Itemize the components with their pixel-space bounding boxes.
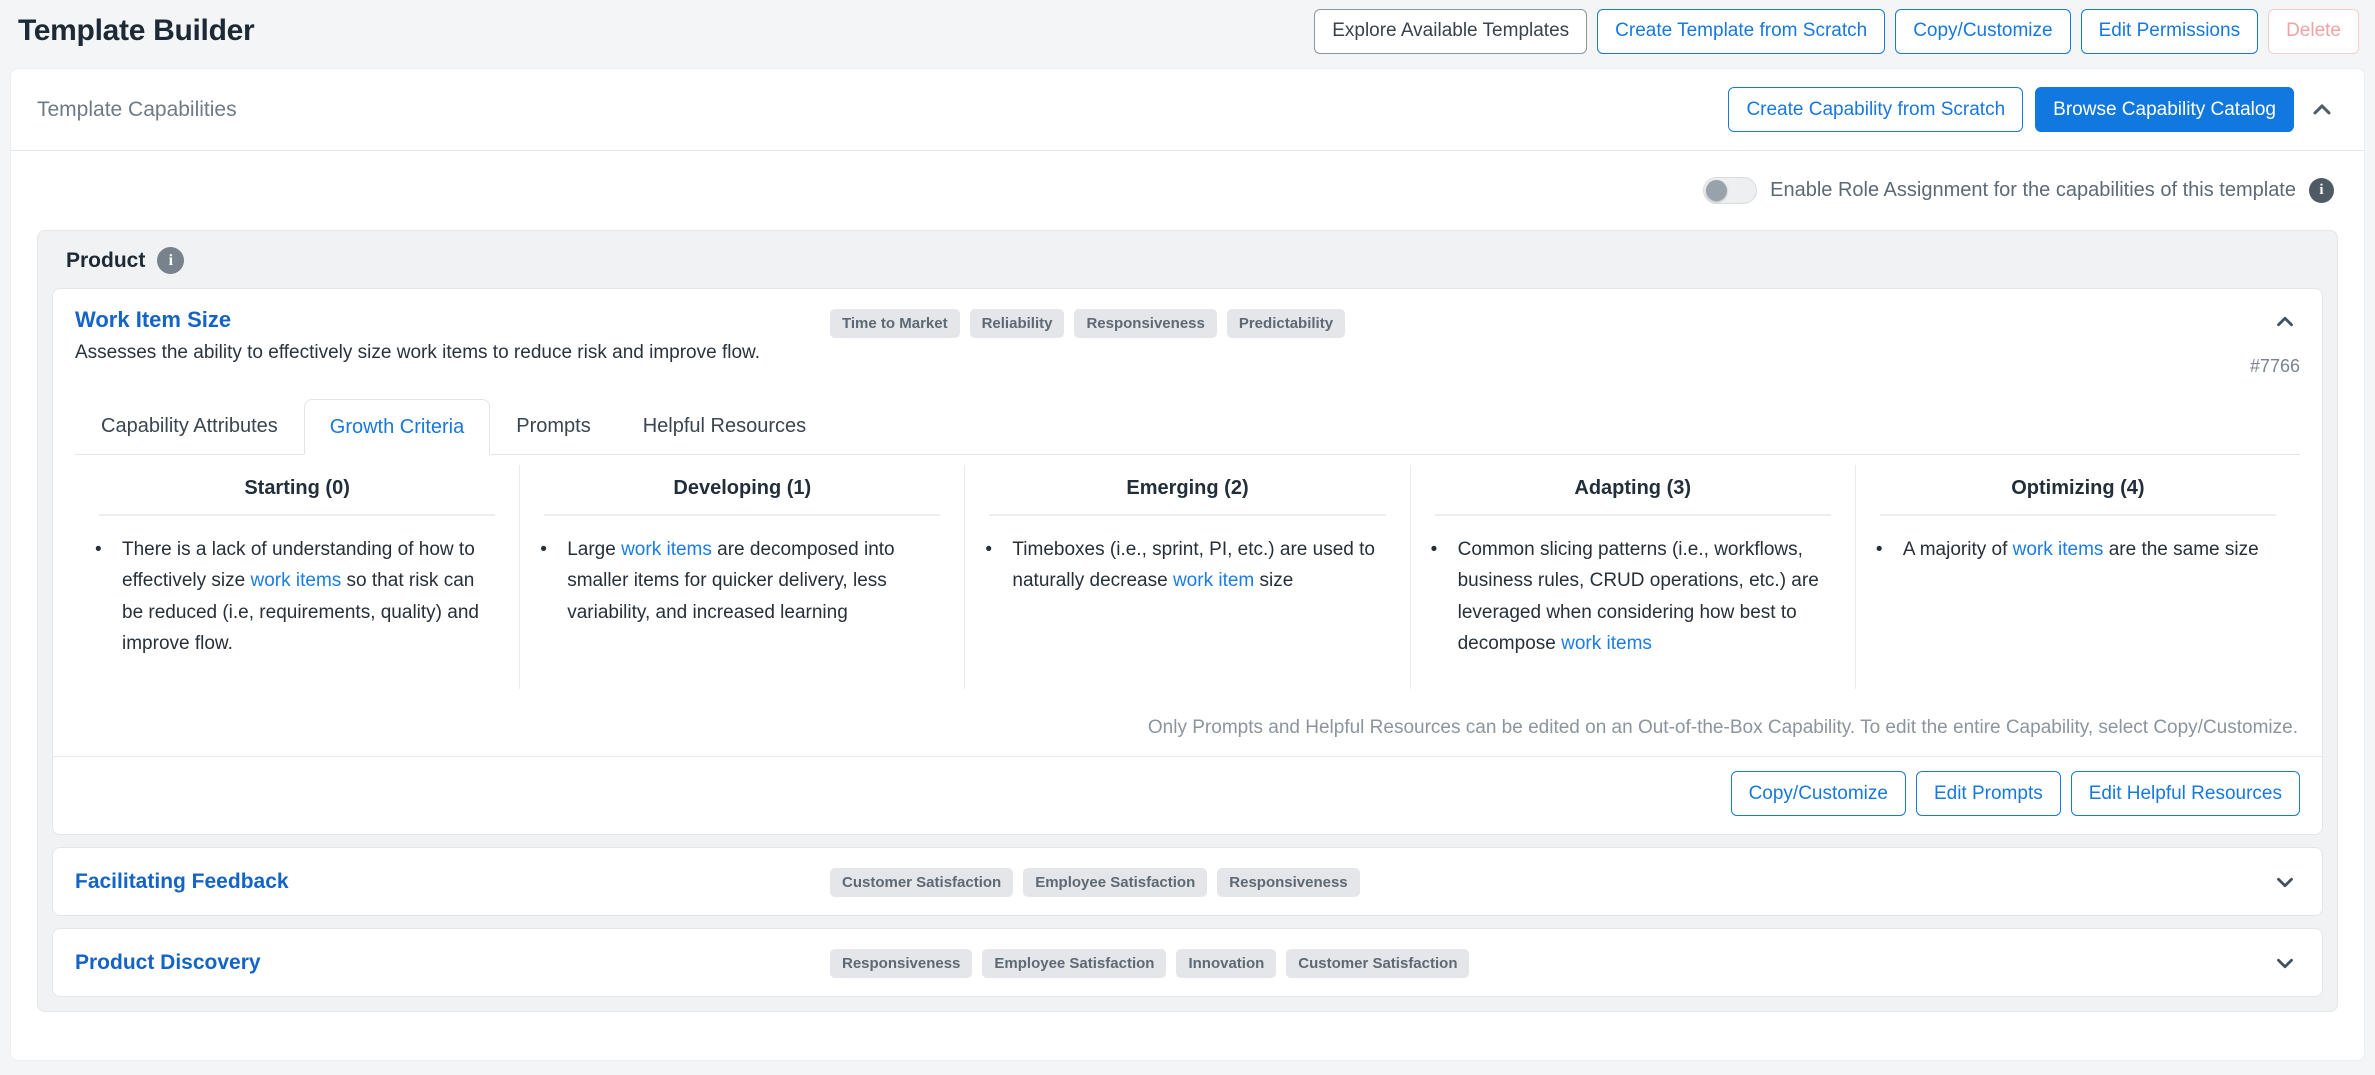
criteria-bullet: • Common slicing patterns (i.e., workflo… — [1431, 534, 1835, 659]
page-header: Template Builder Explore Available Templ… — [0, 0, 2375, 60]
product-section-title: Product — [66, 248, 146, 272]
edit-prompts-button[interactable]: Edit Prompts — [1915, 771, 2061, 817]
facilitating-feedback-title[interactable]: Facilitating Feedback — [75, 870, 289, 893]
work-item-size-footer: Copy/Customize Edit Prompts Edit Helpful… — [53, 757, 2322, 834]
tab-helpful-resources[interactable]: Helpful Resources — [617, 399, 832, 454]
work-items-link[interactable]: work items — [250, 570, 341, 591]
tag: Predictability — [1226, 309, 1346, 338]
capability-card-work-item-size: Work Item Size Time to Market Reliabilit… — [52, 288, 2323, 836]
criteria-column-starting: Starting (0) • There is a lack of unders… — [75, 465, 519, 689]
bullet-marker: • — [1875, 539, 1883, 560]
bullet-text: size — [1254, 570, 1294, 592]
capabilities-panel-title: Template Capabilities — [37, 97, 237, 121]
tab-prompts[interactable]: Prompts — [490, 399, 616, 454]
tag: Employee Satisfaction — [982, 949, 1167, 979]
role-assignment-row: Enable Role Assignment for the capabilit… — [11, 151, 2364, 210]
tag: Responsiveness — [830, 949, 973, 979]
criteria-bullet: • Large work items are decomposed into s… — [540, 534, 944, 628]
collapse-panel-chevron-up-icon[interactable] — [2306, 94, 2338, 126]
copy-customize-capability-button[interactable]: Copy/Customize — [1730, 771, 1906, 817]
criteria-column-adapting: Adapting (3) • Common slicing patterns (… — [1409, 465, 1855, 690]
work-item-size-description-row: Assesses the ability to effectively size… — [53, 340, 2322, 383]
criteria-bullet: • A majority of work items are the same … — [1876, 534, 2280, 565]
template-capabilities-panel: Template Capabilities Create Capability … — [10, 68, 2365, 1061]
role-assignment-info-icon[interactable]: i — [2309, 178, 2334, 203]
criteria-column-emerging: Emerging (2) • Timeboxes (i.e., sprint, … — [964, 465, 1409, 690]
bullet-marker: • — [95, 539, 102, 560]
work-items-link[interactable]: work items — [621, 539, 712, 560]
tag: Time to Market — [830, 309, 960, 338]
edit-permissions-button[interactable]: Edit Permissions — [2080, 8, 2259, 54]
column-header: Starting (0) — [99, 477, 496, 516]
tag: Reliability — [969, 309, 1065, 338]
role-assignment-label: Enable Role Assignment for the capabilit… — [1770, 179, 2296, 201]
explore-available-templates-button[interactable]: Explore Available Templates — [1314, 8, 1588, 54]
tag: Customer Satisfaction — [830, 868, 1014, 898]
create-capability-from-scratch-button[interactable]: Create Capability from Scratch — [1728, 87, 2024, 132]
tag: Customer Satisfaction — [1286, 949, 1470, 979]
copy-customize-template-button[interactable]: Copy/Customize — [1895, 8, 2071, 54]
product-discovery-title[interactable]: Product Discovery — [75, 951, 261, 974]
bullet-marker: • — [1430, 539, 1438, 560]
bullet-text: Large — [567, 539, 622, 560]
work-items-link[interactable]: work items — [1561, 633, 1652, 654]
create-template-from-scratch-button[interactable]: Create Template from Scratch — [1597, 8, 1886, 54]
tab-capability-attributes[interactable]: Capability Attributes — [75, 399, 304, 454]
expand-card-chevron-down-icon[interactable] — [2270, 867, 2300, 897]
capability-id: #7766 — [2249, 356, 2300, 376]
bullet-marker: • — [540, 539, 547, 560]
role-assignment-toggle[interactable] — [1703, 177, 1758, 204]
growth-criteria-grid: Starting (0) • There is a lack of unders… — [75, 455, 2300, 690]
browse-capability-catalog-button[interactable]: Browse Capability Catalog — [2035, 87, 2294, 132]
work-item-link[interactable]: work item — [1173, 570, 1254, 591]
out-of-box-note: Only Prompts and Helpful Resources can b… — [53, 689, 2322, 758]
criteria-bullet: • Timeboxes (i.e., sprint, PI, etc.) are… — [985, 534, 1389, 597]
bullet-text: A majority of — [1902, 539, 2013, 560]
work-item-size-description: Assesses the ability to effectively size… — [75, 342, 760, 363]
tag: Responsiveness — [1074, 309, 1217, 338]
tag: Innovation — [1176, 949, 1277, 979]
tab-growth-criteria[interactable]: Growth Criteria — [303, 399, 491, 455]
collapse-card-chevron-up-icon[interactable] — [2270, 307, 2300, 337]
product-section-header: Product i — [52, 231, 2323, 288]
column-header: Emerging (2) — [989, 477, 1386, 516]
tag: Responsiveness — [1217, 868, 1360, 898]
toggle-knob — [1706, 180, 1728, 201]
edit-helpful-resources-button[interactable]: Edit Helpful Resources — [2070, 771, 2300, 817]
column-header: Adapting (3) — [1434, 477, 1831, 516]
work-item-size-tags: Time to Market Reliability Responsivenes… — [830, 307, 1346, 338]
work-item-size-title[interactable]: Work Item Size — [75, 307, 231, 332]
delete-template-button[interactable]: Delete — [2268, 8, 2359, 54]
bullet-marker: • — [985, 539, 993, 560]
capabilities-panel-actions: Create Capability from Scratch Browse Ca… — [1728, 87, 2338, 132]
header-actions: Explore Available Templates Create Templ… — [1314, 8, 2359, 54]
tag: Employee Satisfaction — [1023, 868, 1208, 898]
capability-card-product-discovery: Product Discovery Responsiveness Employe… — [52, 928, 2323, 998]
product-section: Product i Work Item Size Time to Market … — [37, 230, 2338, 1013]
capability-card-facilitating-feedback: Facilitating Feedback Customer Satisfact… — [52, 847, 2323, 917]
expand-card-chevron-down-icon[interactable] — [2270, 948, 2300, 978]
page-title: Template Builder — [18, 14, 255, 47]
bullet-text: are the same size — [2103, 539, 2259, 560]
work-items-link[interactable]: work items — [2013, 539, 2104, 560]
facilitating-feedback-tags: Customer Satisfaction Employee Satisfact… — [830, 866, 1360, 898]
column-header: Optimizing (4) — [1879, 477, 2277, 516]
criteria-bullet: • There is a lack of understanding of ho… — [95, 534, 499, 659]
column-header: Developing (1) — [544, 477, 941, 516]
work-item-size-header: Work Item Size Time to Market Reliabilit… — [53, 289, 2322, 340]
criteria-column-developing: Developing (1) • Large work items are de… — [519, 465, 964, 690]
criteria-column-optimizing: Optimizing (4) • A majority of work item… — [1854, 465, 2300, 690]
product-discovery-tags: Responsiveness Employee Satisfaction Inn… — [830, 947, 1470, 979]
capabilities-panel-header: Template Capabilities Create Capability … — [11, 69, 2364, 151]
product-info-icon[interactable]: i — [157, 247, 185, 274]
capability-tabs: Capability Attributes Growth Criteria Pr… — [75, 399, 2300, 455]
